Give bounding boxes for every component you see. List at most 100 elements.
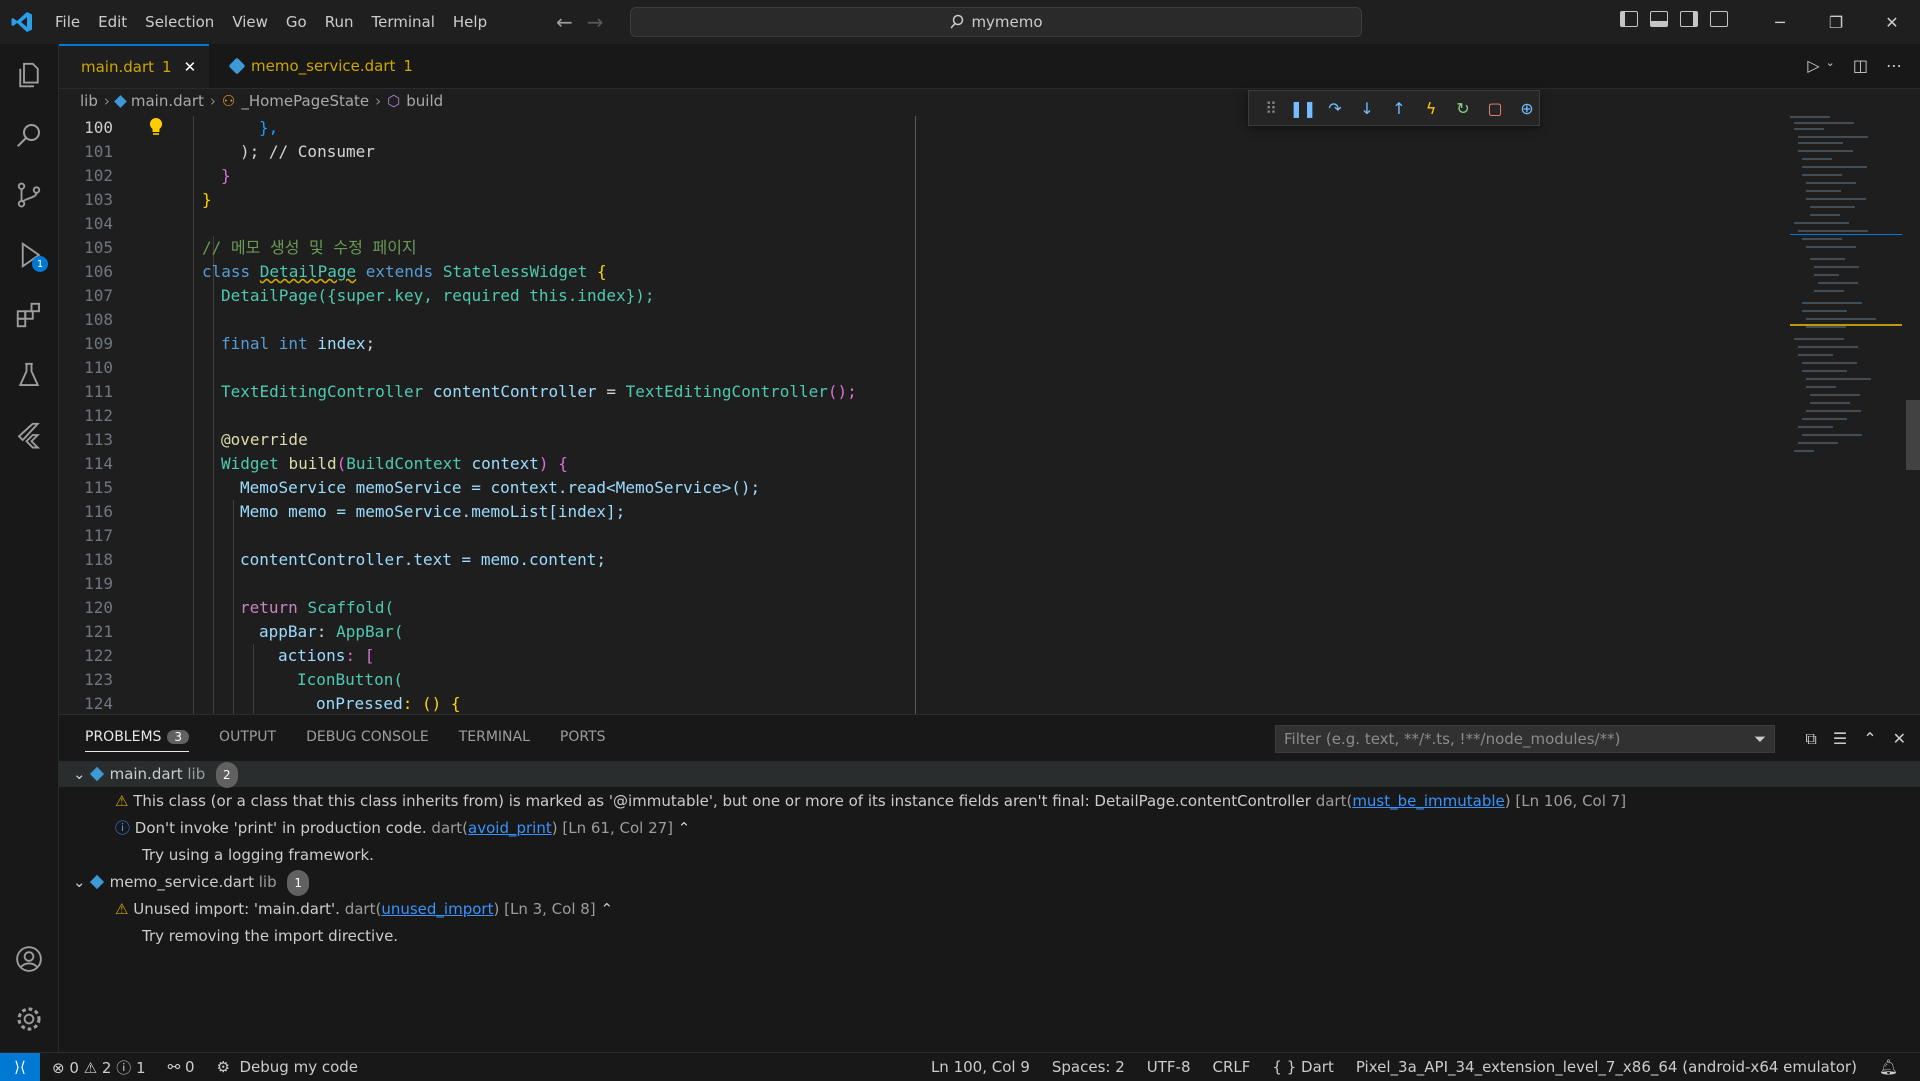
run-and-debug-icon[interactable]: 1 (12, 238, 48, 272)
tab-debug-console[interactable]: DEBUG CONSOLE (306, 729, 429, 752)
problem-hint: Try using a logging framework. (142, 846, 374, 864)
toggle-secondary-sidebar-icon[interactable] (1680, 11, 1698, 27)
chevron-up-icon[interactable]: ⌃ (678, 819, 691, 837)
problem-source: dart( (431, 819, 469, 837)
menu-file[interactable]: File (46, 13, 89, 31)
status-bar: ⟩⟨ ⊗ 0 ⚠ 2 ⓘ 1 ⚯ 0 ⚙ Debug my code Ln 10… (0, 1052, 1920, 1081)
problem-item[interactable]: ⓘ Don't invoke 'print' in production cod… (115, 815, 690, 841)
maximize-panel-icon[interactable]: ⌃ (1863, 729, 1876, 749)
close-panel-icon[interactable]: ✕ (1893, 729, 1906, 749)
menu-help[interactable]: Help (444, 13, 496, 31)
toggle-panel-icon[interactable] (1650, 11, 1668, 27)
menu-run[interactable]: Run (316, 13, 363, 31)
problem-group-memo-service[interactable]: ⌄ memo_service.dart lib 1 (73, 869, 310, 896)
filter-funnel-icon[interactable]: ⏷ (1754, 730, 1766, 748)
remote-indicator-icon[interactable]: ⟩⟨ (0, 1053, 40, 1081)
breadcrumb-lib[interactable]: lib (80, 92, 98, 110)
line-number: 116 (84, 502, 113, 521)
menu-selection[interactable]: Selection (136, 13, 223, 31)
indentation[interactable]: Spaces: 2 (1052, 1058, 1125, 1076)
encoding[interactable]: UTF-8 (1147, 1058, 1191, 1076)
menu-view[interactable]: View (223, 13, 277, 31)
chevron-right-icon: › (209, 92, 216, 110)
debug-status[interactable]: ⚙ Debug my code (217, 1058, 359, 1076)
tab-problems[interactable]: PROBLEMS 3 (85, 729, 190, 752)
tab-ports[interactable]: PORTS (560, 729, 606, 752)
search-icon[interactable] (12, 118, 46, 152)
notifications-bell-icon[interactable]: 🔔︎ (1879, 1058, 1898, 1076)
line-number: 105 (84, 238, 113, 257)
manage-gear-icon[interactable] (12, 1002, 46, 1036)
warning-icon: ⚠ (115, 900, 129, 918)
run-play-icon[interactable]: ▷ (1807, 56, 1819, 75)
back-arrow-icon[interactable]: ← (556, 10, 573, 34)
tab-main-dart[interactable]: main.dart 1 ✕ (59, 44, 209, 88)
vscode-logo-icon (11, 12, 32, 32)
group-file: memo_service.dart (109, 873, 254, 891)
close-window-icon[interactable]: ✕ (1864, 0, 1920, 44)
problem-hint: Try removing the import directive. (142, 927, 399, 945)
source-control-icon[interactable] (12, 178, 46, 212)
code-comment: // 메모 생성 및 수정 페이지 (202, 238, 417, 257)
problems-status[interactable]: ⊗ 0 ⚠ 2 ⓘ 1 (52, 1057, 146, 1078)
device-selector[interactable]: Pixel_3a_API_34_extension_level_7_x86_64… (1356, 1058, 1857, 1076)
ports-count: 0 (184, 1058, 195, 1076)
problem-group-main-dart[interactable]: ⌄ main.dart lib 2 (59, 761, 1920, 788)
tab-memo-service-dart[interactable]: memo_service.dart 1 (217, 44, 427, 88)
ports-status[interactable]: ⚯ 0 (168, 1058, 195, 1076)
menu-go[interactable]: Go (277, 13, 316, 31)
code-text: AppBar( (336, 622, 404, 641)
accounts-icon[interactable] (12, 942, 46, 976)
line-number: 120 (84, 598, 113, 617)
problems-count-badge: 3 (167, 730, 190, 744)
problem-item[interactable]: ⚠ This class (or a class that this class… (115, 788, 1626, 814)
code-text: DetailPage({super.key, required this.ind… (221, 286, 655, 305)
problem-item[interactable]: ⚠ Unused import: 'main.dart'. dart(unuse… (115, 896, 613, 922)
line-number: 113 (84, 430, 113, 449)
code-text: StatelessWidget (442, 262, 588, 281)
line-number: 121 (84, 622, 113, 641)
close-tab-icon[interactable]: ✕ (184, 58, 197, 76)
split-editor-icon[interactable]: ◫ (1853, 56, 1868, 75)
lightbulb-icon[interactable] (148, 117, 164, 137)
breadcrumb-class[interactable]: _HomePageState (241, 92, 369, 110)
line-ending[interactable]: CRLF (1213, 1058, 1251, 1076)
problems-filter-input[interactable]: Filter (e.g. text, **/*.ts, !**/node_mod… (1275, 725, 1775, 753)
editor-tabs: main.dart 1 ✕ memo_service.dart 1 ▷ ⌄ ◫ … (59, 44, 1920, 89)
code-text: : [ (345, 646, 375, 665)
code-text: }, (259, 118, 279, 137)
collapse-all-icon[interactable]: ⧉ (1805, 729, 1816, 749)
chevron-up-icon[interactable]: ⌃ (600, 900, 613, 918)
problem-code-link[interactable]: avoid_print (468, 819, 552, 837)
minimap[interactable] (1790, 116, 1902, 476)
menu-terminal[interactable]: Terminal (363, 13, 444, 31)
editor-scrollbar[interactable] (1906, 400, 1920, 470)
line-number: 117 (84, 526, 113, 545)
view-as-list-icon[interactable]: ☰ (1833, 729, 1847, 749)
testing-flask-icon[interactable] (12, 358, 46, 392)
line-number: 104 (84, 214, 113, 233)
code-text: } (221, 166, 231, 185)
toggle-primary-sidebar-icon[interactable] (1620, 11, 1638, 27)
breadcrumb-file[interactable]: main.dart (131, 92, 204, 110)
menu-edit[interactable]: Edit (89, 13, 136, 31)
flutter-icon[interactable] (12, 418, 46, 452)
breadcrumb-method[interactable]: build (406, 92, 443, 110)
problem-code-link[interactable]: must_be_immutable (1352, 792, 1504, 810)
restore-icon[interactable]: ❐ (1808, 0, 1864, 44)
forward-arrow-icon[interactable]: → (587, 10, 604, 34)
cursor-position[interactable]: Ln 100, Col 9 (931, 1058, 1030, 1076)
extensions-icon[interactable] (12, 298, 46, 332)
code-editor[interactable]: 100}, 101); // Consumer 102} 103} 104 10… (59, 116, 1779, 714)
more-actions-icon[interactable]: ⋯ (1886, 56, 1902, 75)
tab-output[interactable]: OUTPUT (219, 729, 276, 752)
tab-terminal[interactable]: TERMINAL (459, 729, 530, 752)
explorer-icon[interactable] (12, 58, 46, 92)
problem-code-link[interactable]: unused_import (381, 900, 493, 918)
minimize-icon[interactable]: ─ (1752, 0, 1808, 44)
command-center-search[interactable]: mymemo (630, 7, 1362, 37)
run-dropdown-chevron-icon[interactable]: ⌄ (1826, 56, 1835, 75)
customize-layout-icon[interactable] (1710, 11, 1728, 27)
language-mode[interactable]: { } Dart (1272, 1058, 1333, 1076)
class-symbol-icon: ⚇ (221, 92, 236, 110)
